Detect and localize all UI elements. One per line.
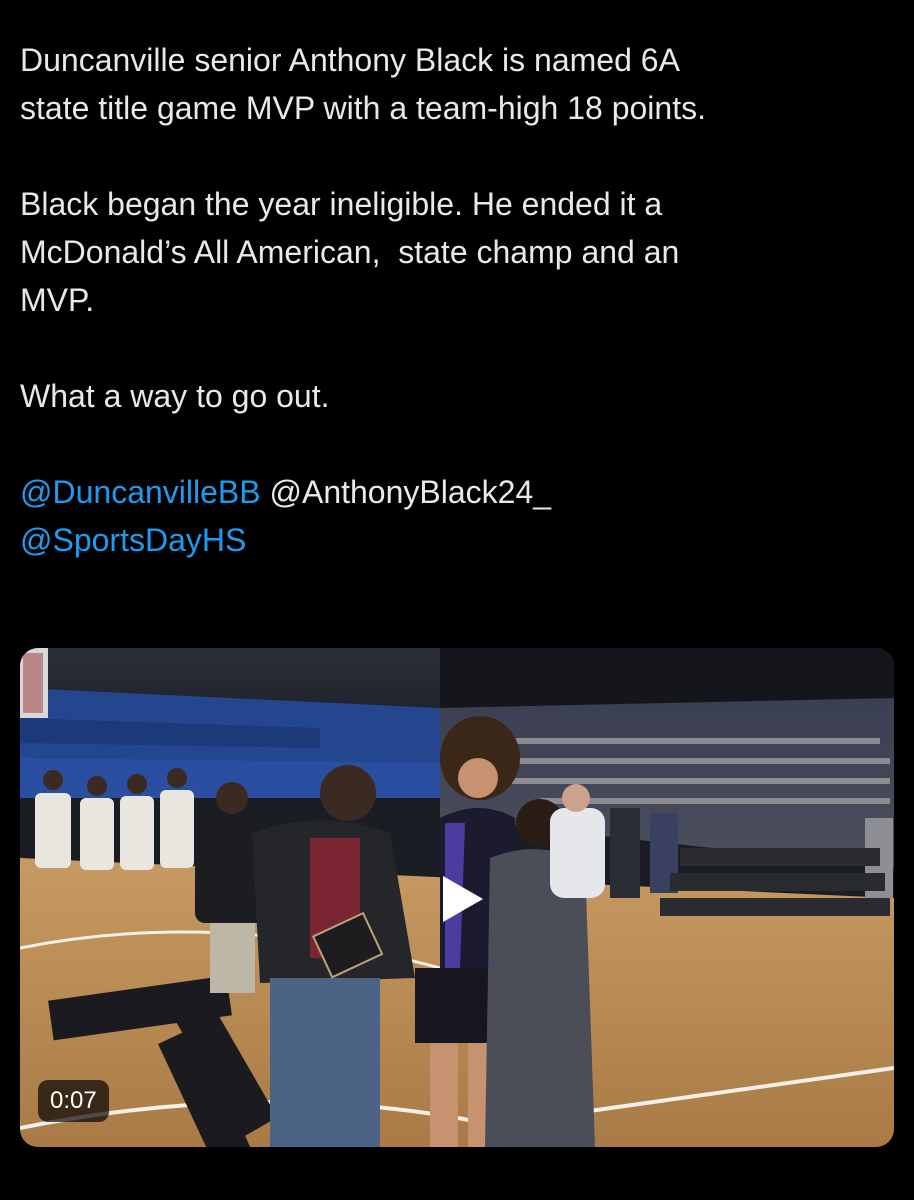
tweet-paragraph: Black began the year ineligible. He ende…: [20, 186, 680, 318]
video-duration-badge: 0:07: [38, 1080, 109, 1122]
tweet-paragraph: What a way to go out.: [20, 378, 330, 414]
video-player[interactable]: 0:07: [20, 648, 894, 1147]
tweet-body: Duncanville senior Anthony Black is name…: [20, 36, 890, 564]
play-button[interactable]: [433, 872, 487, 926]
mention-duncanvillebb[interactable]: @DuncanvilleBB: [20, 474, 261, 510]
tweet-paragraph: Duncanville senior Anthony Black is name…: [20, 42, 706, 126]
mention-anthonyblack24[interactable]: @AnthonyBlack24_: [269, 474, 551, 510]
play-icon: [443, 876, 483, 922]
tweet-mentions: @DuncanvilleBB @AnthonyBlack24_ @SportsD…: [20, 468, 890, 564]
mention-sportsdayhs[interactable]: @SportsDayHS: [20, 522, 246, 558]
